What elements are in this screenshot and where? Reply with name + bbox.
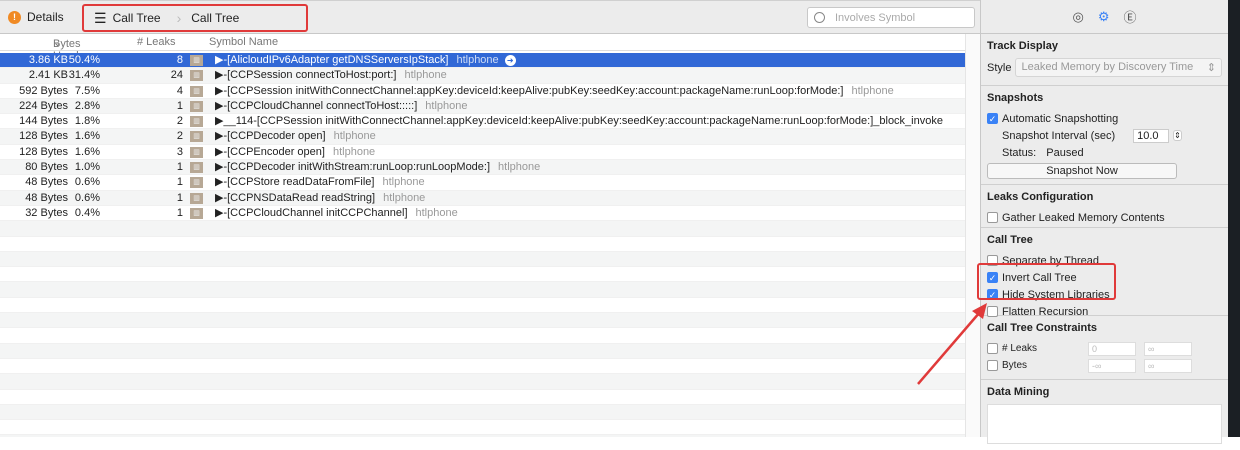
annotation-arrow bbox=[917, 303, 987, 385]
